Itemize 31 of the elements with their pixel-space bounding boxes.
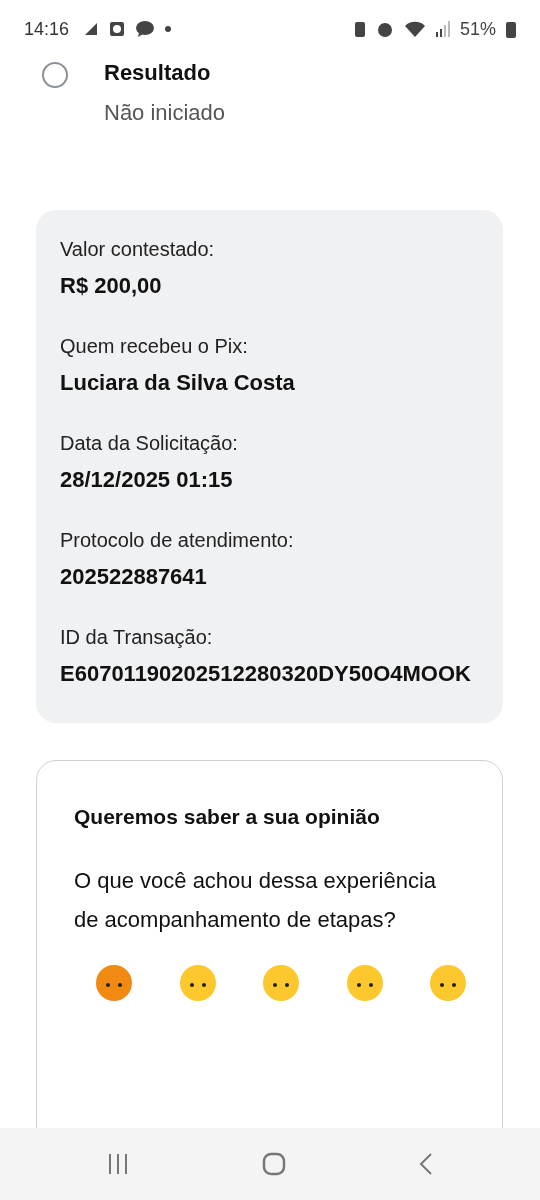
home-icon[interactable] [262,1152,286,1176]
chat-icon [135,20,156,38]
signal-icon [435,21,450,37]
dot-icon [165,26,172,32]
detail-label: Protocolo de atendimento: [60,529,295,552]
notification-icon [83,21,100,37]
battery-percent: 51% [459,18,496,40]
detail-value: 28/12/2025 01:15 [60,467,234,493]
detail-label: Data da Solicitação: [60,432,239,455]
detail-value: E60701190202512280320DY50O4MOOK [60,661,472,687]
step-status: Não iniciado [104,100,226,126]
clock-icon [109,21,126,37]
detail-label: Quem recebeu o Pix: [60,335,249,358]
detail-value: Luciara da Silva Costa [60,370,296,396]
emoji-face-icon[interactable] [179,965,216,1001]
feedback-title: Queremos saber a sua opinião [74,805,381,829]
wifi-icon [403,20,426,38]
battery-icon [506,20,516,38]
emoji-face-icon[interactable] [263,965,299,1001]
emoji-face-icon[interactable] [346,965,383,1001]
feedback-question: O que você achou dessa experiência de acompanhamento de etapas? [74,867,437,934]
status-time: 14:16 [24,18,70,40]
detail-label: ID da Transação: [60,626,214,649]
emoji-face-icon[interactable] [430,965,466,1001]
detail-label: Valor contestado: [60,238,216,261]
detail-value: 202522887641 [60,564,208,590]
emoji-face-icon[interactable] [96,965,132,1001]
recent-apps-icon[interactable] [106,1152,130,1176]
step-title: Resultado [104,60,212,86]
detail-value: R$ 200,00 [60,273,163,299]
back-icon[interactable] [418,1152,434,1176]
